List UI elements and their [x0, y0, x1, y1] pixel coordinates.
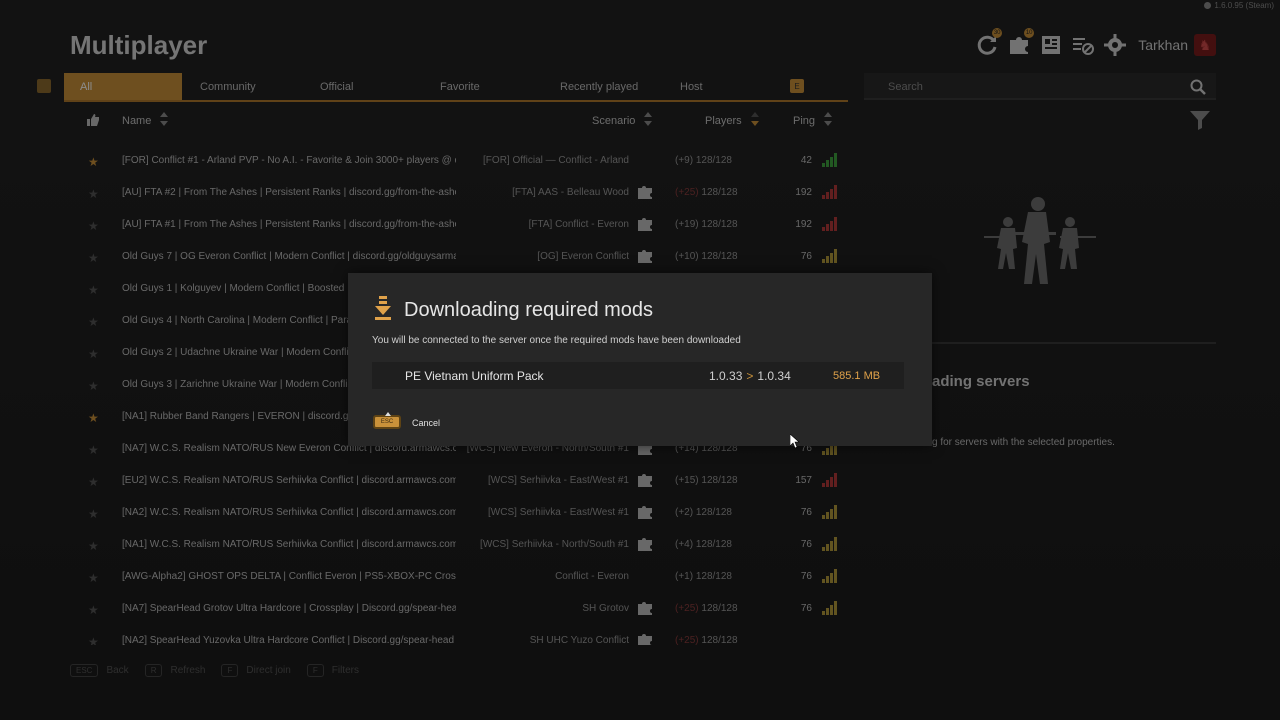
dialog-subtitle: You will be connected to the server once…	[372, 335, 741, 346]
cancel-button[interactable]: Cancel	[412, 418, 440, 428]
download-icon	[375, 296, 391, 320]
mod-version: 1.0.33 >1.0.34	[709, 369, 791, 383]
dialog-title: Downloading required mods	[404, 299, 654, 321]
mod-download-row: PE Vietnam Uniform Pack 1.0.33 >1.0.34 58…	[372, 362, 904, 389]
esc-key-button[interactable]: ESC	[373, 412, 401, 429]
mod-name: PE Vietnam Uniform Pack	[405, 369, 544, 383]
mod-size: 585.1 MB	[833, 370, 881, 382]
mouse-cursor-icon	[790, 434, 800, 448]
download-mods-dialog: Downloading required mods You will be co…	[348, 273, 932, 446]
